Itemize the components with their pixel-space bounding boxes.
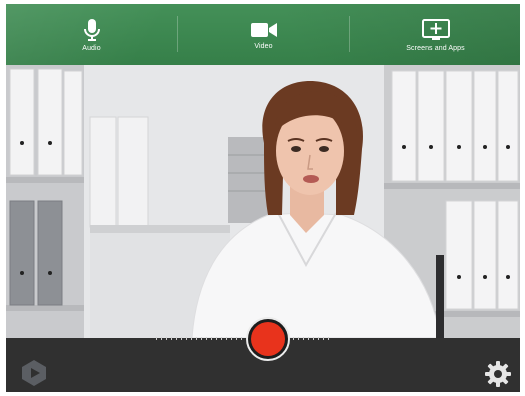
gear-icon[interactable]: [484, 360, 512, 388]
video-camera-icon: [250, 22, 277, 37]
camera-feed-image: [6, 65, 520, 338]
record-button[interactable]: [246, 317, 290, 361]
audio-button[interactable]: Audio: [6, 4, 177, 65]
app-logo-icon[interactable]: [20, 359, 48, 387]
video-label: Video: [254, 42, 273, 50]
recorder-window: Audio Video Screens and Apps: [6, 4, 520, 392]
audio-label: Audio: [82, 44, 101, 52]
audio-level-ticks: [156, 337, 242, 340]
screens-and-apps-button[interactable]: Screens and Apps: [350, 4, 520, 65]
screen-plus-icon: [421, 18, 450, 40]
screens-and-apps-label: Screens and Apps: [406, 44, 465, 52]
source-toolbar: Audio Video Screens and Apps: [6, 4, 520, 65]
audio-level-ticks: [293, 337, 329, 340]
video-button[interactable]: Video: [178, 4, 349, 65]
record-dot-icon: [251, 322, 285, 356]
microphone-icon: [83, 18, 100, 41]
camera-preview: [6, 65, 520, 338]
